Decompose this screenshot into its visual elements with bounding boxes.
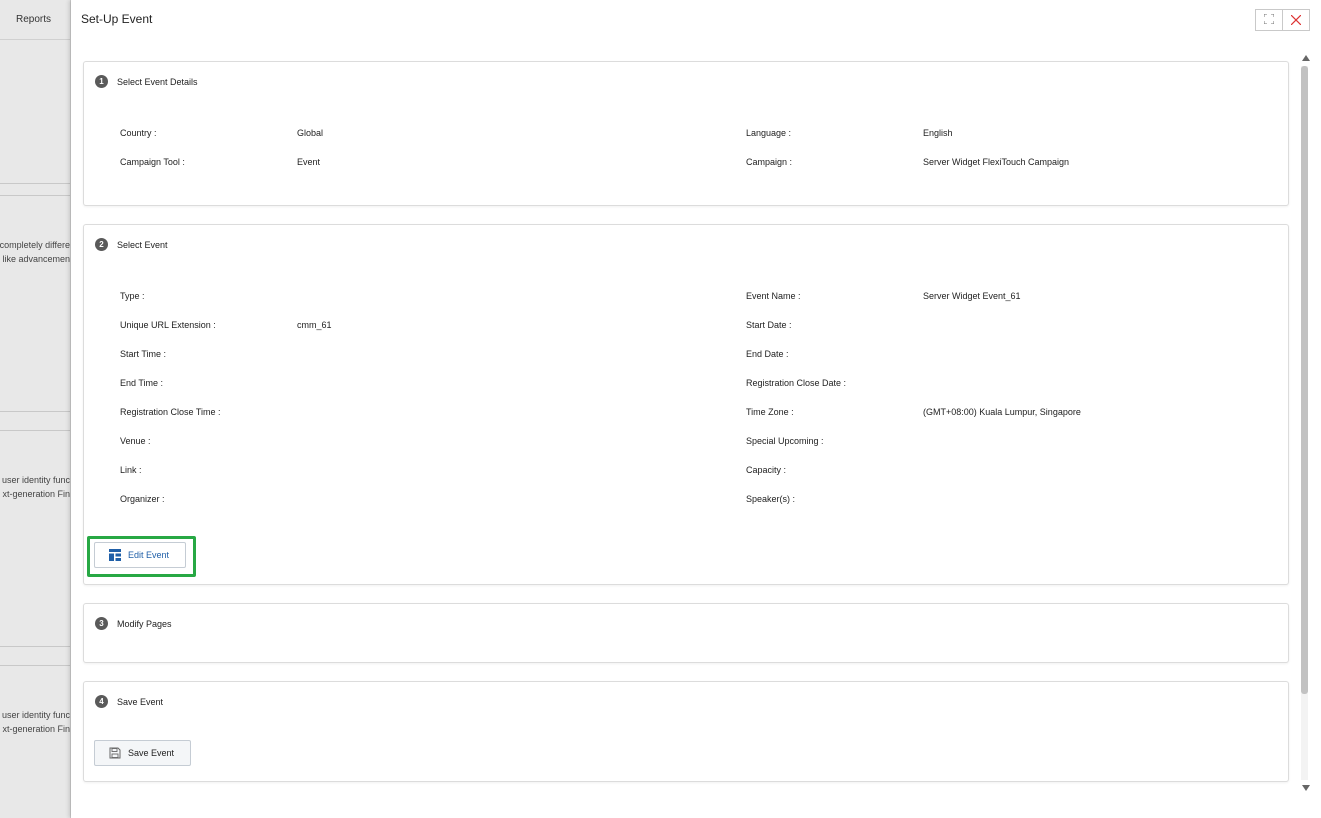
divider	[0, 411, 70, 412]
close-button[interactable]	[1282, 9, 1310, 31]
section-event-details: 1 Select Event Details Country : Global …	[83, 61, 1289, 206]
section-title: Modify Pages	[117, 618, 172, 629]
speakers-label: Speaker(s) :	[746, 494, 796, 504]
section-title: Select Event	[117, 239, 168, 250]
section-header[interactable]: 3 Modify Pages	[95, 617, 172, 630]
start-date-label: Start Date :	[746, 320, 792, 330]
save-event-label: Save Event	[128, 748, 175, 758]
reports-tab[interactable]: Reports	[0, 0, 70, 40]
capacity-label: Capacity :	[746, 465, 787, 475]
unique-url-value: cmm_61	[297, 320, 332, 330]
maximize-button[interactable]	[1255, 9, 1283, 31]
divider	[0, 646, 70, 647]
unique-url-label: Unique URL Extension :	[120, 320, 216, 330]
section-modify-pages: 3 Modify Pages	[83, 603, 1289, 663]
country-label: Country :	[120, 128, 157, 138]
section-title: Select Event Details	[117, 76, 198, 87]
campaign-value: Server Widget FlexiTouch Campaign	[923, 157, 1070, 167]
type-label: Type :	[120, 291, 145, 301]
maximize-icon	[1263, 13, 1275, 27]
background-app: Reports completely differe like advancem…	[0, 0, 71, 818]
section-title: Save Event	[117, 696, 164, 707]
section-header: 2 Select Event	[95, 238, 168, 251]
divider	[0, 665, 70, 666]
step-number-badge: 2	[95, 238, 108, 251]
edit-event-label: Edit Event	[128, 550, 170, 560]
background-text: user identity func xt-generation Fin	[1, 710, 70, 734]
step-number-badge: 4	[95, 695, 108, 708]
section-save-event: 4 Save Event Save Event	[83, 681, 1289, 782]
country-value: Global	[297, 128, 324, 138]
divider	[0, 183, 70, 184]
background-text: user identity func xt-generation Fin	[1, 475, 70, 499]
setup-event-drawer: Set-Up Event 1 Select Event Details Coun…	[71, 0, 1321, 818]
divider	[0, 430, 70, 431]
scrollbar-thumb[interactable]	[1301, 66, 1308, 694]
campaign-label: Campaign :	[746, 157, 793, 167]
time-zone-label: Time Zone :	[746, 407, 794, 417]
close-icon	[1290, 12, 1302, 28]
campaign-tool-value: Event	[297, 157, 321, 167]
floppy-disk-icon	[109, 747, 121, 759]
section-header: 4 Save Event	[95, 695, 163, 708]
layout-icon	[109, 549, 121, 561]
special-upcoming-label: Special Upcoming :	[746, 436, 824, 446]
campaign-tool-label: Campaign Tool :	[120, 157, 185, 167]
edit-event-button[interactable]: Edit Event	[94, 542, 186, 568]
start-time-label: Start Time :	[120, 349, 167, 359]
section-header: 1 Select Event Details	[95, 75, 198, 88]
divider	[0, 195, 70, 196]
link-label: Link :	[120, 465, 142, 475]
drawer-title: Set-Up Event	[81, 12, 153, 26]
background-text: completely differe like advancemen	[0, 240, 70, 264]
venue-label: Venue :	[120, 436, 151, 446]
language-value: English	[923, 128, 953, 138]
registration-close-time-label: Registration Close Time :	[120, 407, 221, 417]
organizer-label: Organizer :	[120, 494, 165, 504]
scroll-down-arrow-icon[interactable]	[1302, 785, 1310, 791]
section-select-event: 2 Select Event Type : Event Name : Serve…	[83, 224, 1289, 585]
registration-close-date-label: Registration Close Date :	[746, 378, 847, 388]
step-number-badge: 1	[95, 75, 108, 88]
save-event-button[interactable]: Save Event	[94, 740, 191, 766]
event-name-value: Server Widget Event_61	[923, 291, 1021, 301]
step-number-badge: 3	[95, 617, 108, 630]
end-date-label: End Date :	[746, 349, 789, 359]
end-time-label: End Time :	[120, 378, 164, 388]
language-label: Language :	[746, 128, 792, 138]
event-name-label: Event Name :	[746, 291, 801, 301]
time-zone-value: (GMT+08:00) Kuala Lumpur, Singapore	[923, 407, 1081, 417]
scroll-up-arrow-icon[interactable]	[1302, 55, 1310, 61]
